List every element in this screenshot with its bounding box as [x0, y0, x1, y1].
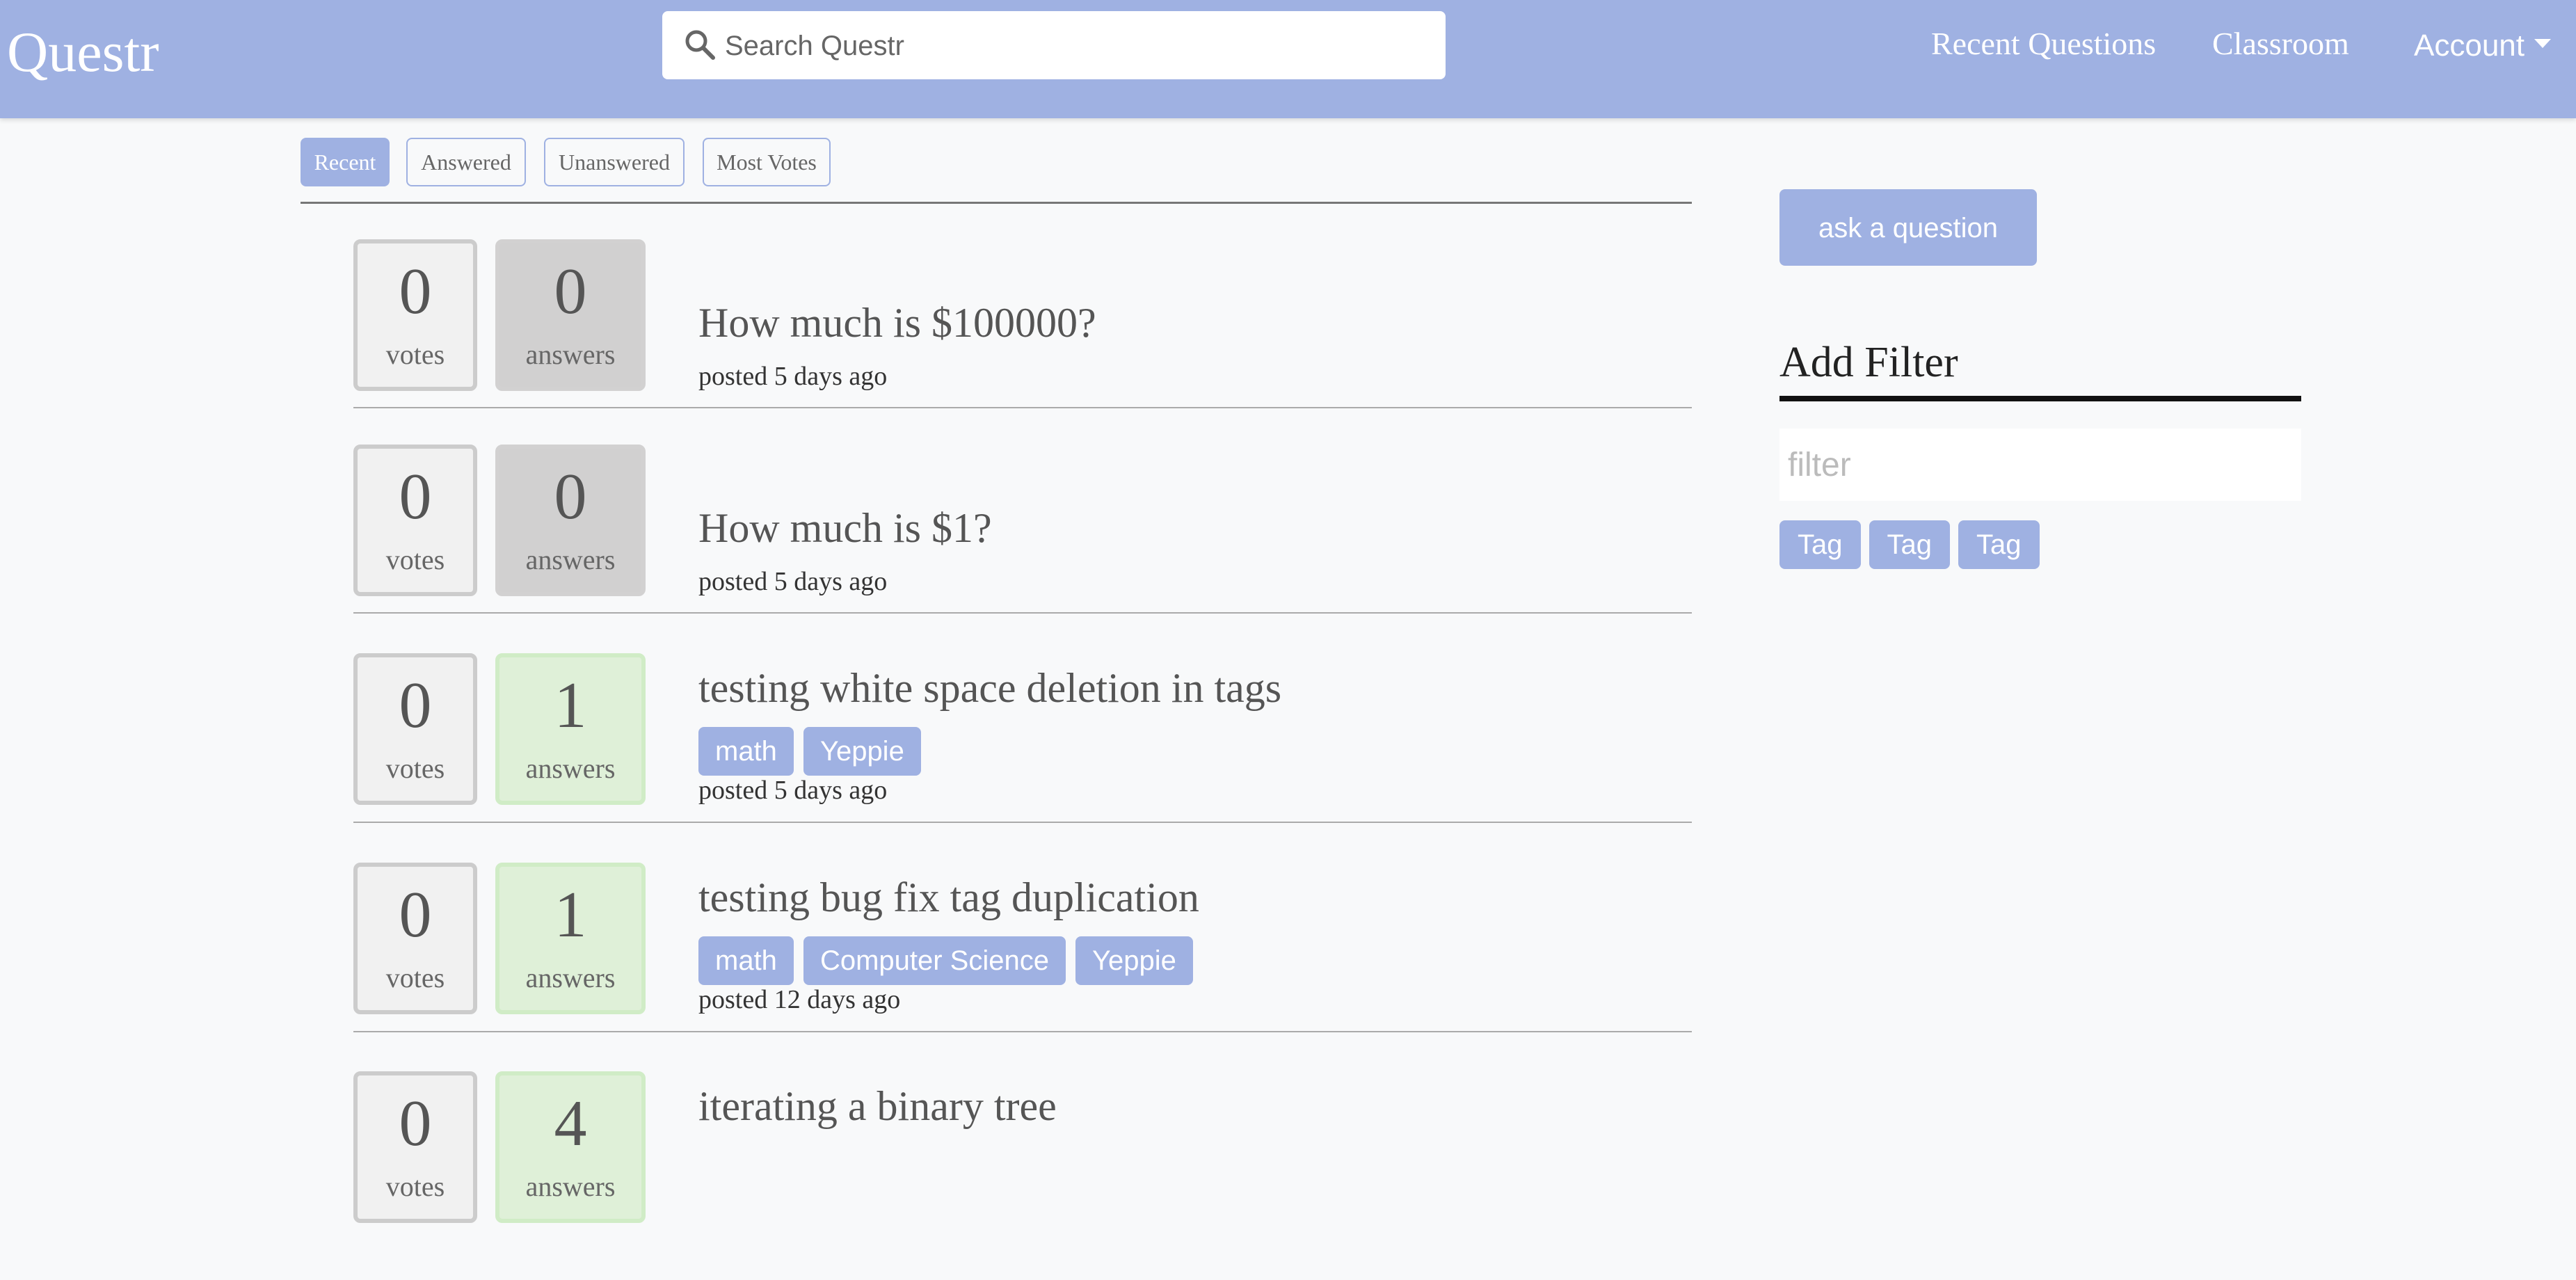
answers-counter: 0 answers	[495, 445, 646, 596]
search-icon	[685, 30, 715, 60]
answers-counter: 4 answers	[495, 1071, 646, 1223]
ask-question-button[interactable]: ask a question	[1779, 189, 2037, 266]
votes-counter: 0 votes	[353, 653, 477, 805]
votes-label: votes	[385, 544, 445, 575]
votes-counter: 0 votes	[353, 445, 477, 596]
tag-chip[interactable]: Yeppie	[1075, 936, 1193, 985]
answers-count: 1	[554, 879, 587, 951]
navbar: Questr Recent Questions Classroom Accoun…	[0, 0, 2576, 118]
votes-count: 0	[399, 255, 432, 328]
answers-label: answers	[525, 753, 616, 784]
answers-count: 0	[554, 255, 587, 328]
filter-tag-chip[interactable]: Tag	[1958, 520, 2040, 569]
tag-chip[interactable]: Yeppie	[803, 727, 921, 776]
filter-tag-list: Tag Tag Tag	[1779, 520, 2048, 569]
search-bar[interactable]	[662, 11, 1446, 79]
tabs-divider	[301, 202, 1692, 204]
answers-count: 0	[554, 461, 587, 533]
tag-chip[interactable]: math	[698, 936, 794, 985]
question-divider	[353, 612, 1692, 614]
tag-chip[interactable]: Computer Science	[803, 936, 1066, 985]
votes-counter: 0 votes	[353, 1071, 477, 1223]
nav-account-dropdown[interactable]: Account	[2414, 31, 2551, 61]
tab-unanswered[interactable]: Unanswered	[544, 138, 685, 186]
question-title[interactable]: How much is $100000?	[698, 302, 1096, 344]
question-posted-time: posted 5 days ago	[698, 362, 888, 391]
caret-down-icon	[2534, 38, 2551, 48]
question-item: 0 votes 0 answers How much is $1? posted…	[0, 445, 1692, 653]
nav-account-label: Account	[2414, 29, 2525, 63]
search-input[interactable]	[723, 25, 1422, 67]
tab-recent[interactable]: Recent	[301, 138, 390, 186]
votes-counter: 0 votes	[353, 863, 477, 1014]
votes-label: votes	[385, 962, 445, 993]
answers-counter: 1 answers	[495, 653, 646, 805]
answers-label: answers	[525, 962, 616, 993]
tab-most-votes[interactable]: Most Votes	[703, 138, 831, 186]
nav-classroom[interactable]: Classroom	[2212, 28, 2349, 60]
filter-heading-underline	[1779, 396, 2301, 401]
votes-count: 0	[399, 1087, 432, 1160]
answers-label: answers	[525, 544, 616, 575]
nav-recent-questions[interactable]: Recent Questions	[1931, 28, 2156, 60]
question-item: 0 votes 1 answers testing white space de…	[0, 653, 1692, 862]
question-item: 0 votes 0 answers How much is $100000? p…	[0, 239, 1692, 448]
votes-counter: 0 votes	[353, 239, 477, 391]
question-posted-time: posted 5 days ago	[698, 776, 888, 805]
question-title[interactable]: testing bug fix tag duplication	[698, 877, 1199, 918]
question-divider	[353, 822, 1692, 823]
tab-answered[interactable]: Answered	[406, 138, 526, 186]
votes-label: votes	[385, 1171, 445, 1202]
filter-input[interactable]	[1779, 429, 2301, 501]
answers-count: 1	[554, 669, 587, 742]
votes-count: 0	[399, 669, 432, 742]
question-posted-time: posted 5 days ago	[698, 567, 888, 596]
answers-label: answers	[525, 339, 616, 370]
question-title[interactable]: testing white space deletion in tags	[698, 667, 1281, 709]
votes-label: votes	[385, 339, 445, 370]
filter-tag-chip[interactable]: Tag	[1779, 520, 1861, 569]
add-filter-heading: Add Filter	[1779, 339, 1958, 386]
answers-counter: 0 answers	[495, 239, 646, 391]
answers-counter: 1 answers	[495, 863, 646, 1014]
answers-label: answers	[525, 1171, 616, 1202]
brand-logo[interactable]: Questr	[7, 24, 159, 81]
votes-count: 0	[399, 461, 432, 533]
question-divider	[353, 1031, 1692, 1032]
question-item: 0 votes 1 answers testing bug fix tag du…	[0, 863, 1692, 1071]
votes-label: votes	[385, 753, 445, 784]
question-divider	[353, 407, 1692, 408]
question-posted-time: posted 12 days ago	[698, 985, 901, 1014]
question-tags: math Yeppie	[698, 727, 931, 776]
question-title[interactable]: iterating a binary tree	[698, 1085, 1057, 1127]
tag-chip[interactable]: math	[698, 727, 794, 776]
question-item: 0 votes 4 answers iterating a binary tre…	[0, 1071, 1692, 1280]
question-tags: math Computer Science Yeppie	[698, 936, 1203, 985]
filter-tag-chip[interactable]: Tag	[1869, 520, 1950, 569]
votes-count: 0	[399, 879, 432, 951]
answers-count: 4	[554, 1087, 587, 1160]
question-title[interactable]: How much is $1?	[698, 507, 992, 549]
